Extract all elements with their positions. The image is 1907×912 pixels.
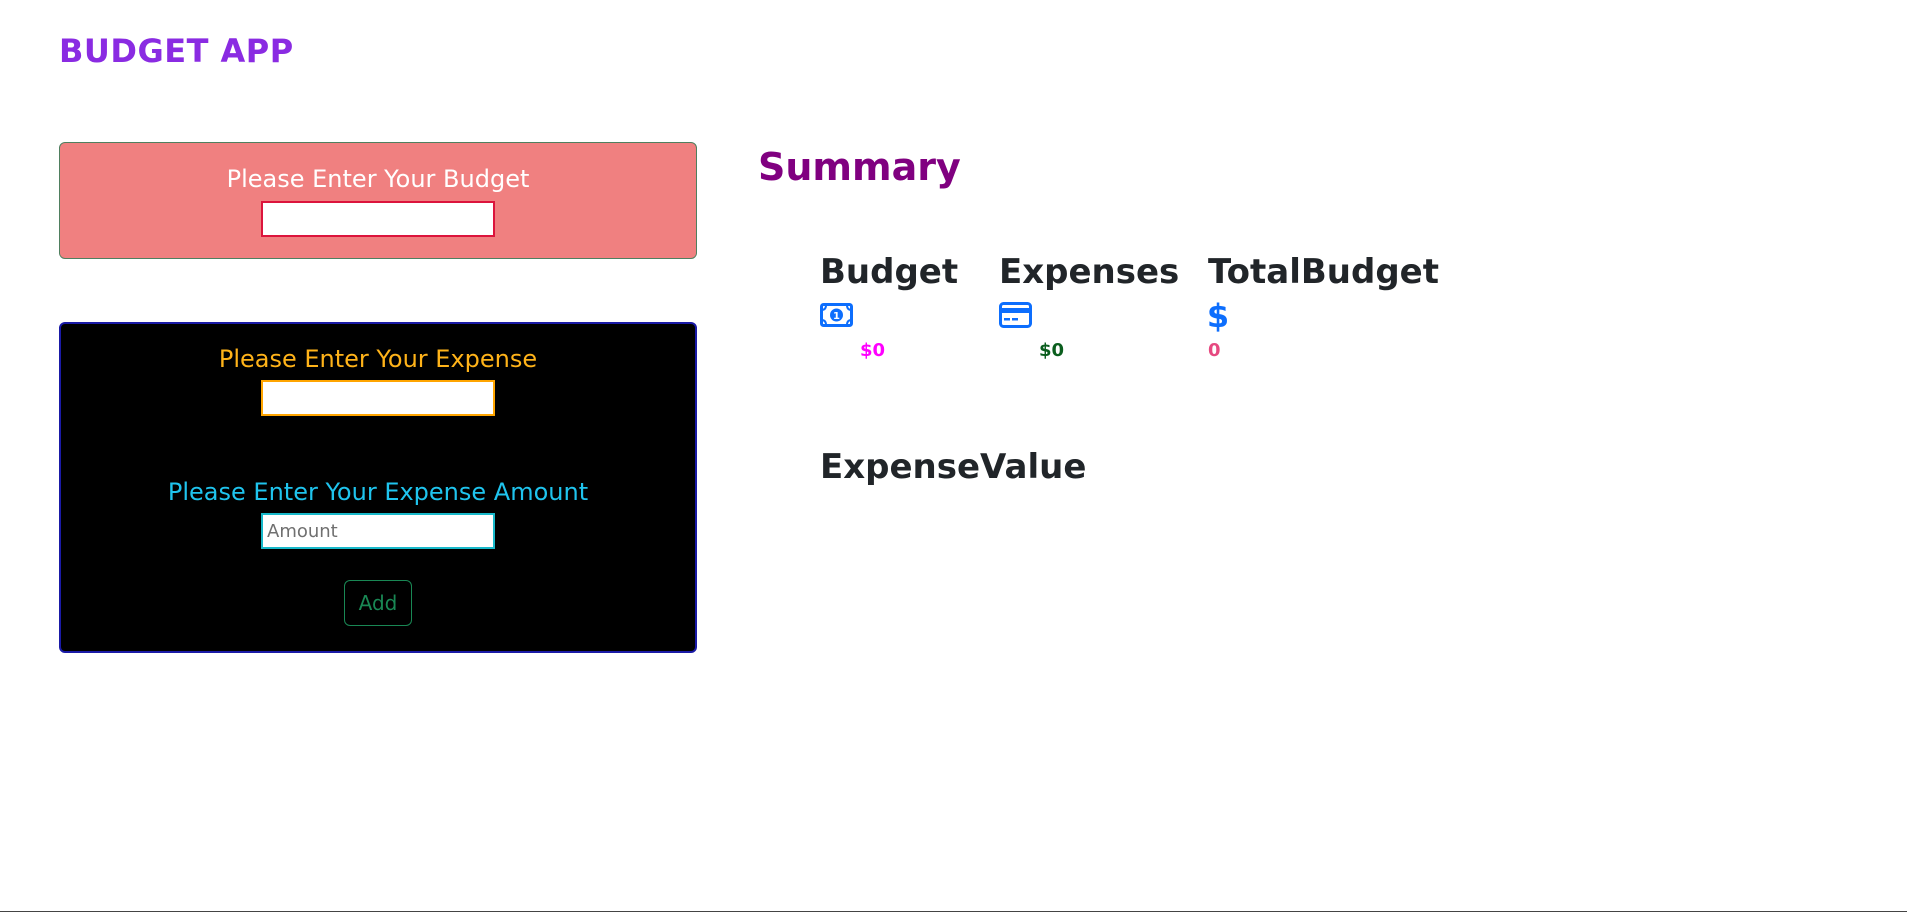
budget-label: Please Enter Your Budget <box>226 165 530 193</box>
expense-name-input[interactable] <box>261 380 495 416</box>
add-button[interactable]: Add <box>344 580 412 626</box>
budget-card: Please Enter Your Budget <box>59 142 697 259</box>
budget-heading: Budget <box>820 252 959 292</box>
svg-text:$: $ <box>1208 300 1228 332</box>
expenses-value: $0 <box>1039 340 1065 361</box>
expense-amount-input[interactable] <box>261 513 495 549</box>
expense-name-label: Please Enter Your Expense <box>218 345 538 373</box>
total-budget-value: 0 <box>1208 340 1221 361</box>
credit-card-icon <box>999 300 1179 330</box>
budget-input[interactable] <box>261 201 495 237</box>
expense-amount-label: Please Enter Your Expense Amount <box>167 478 589 506</box>
expenses-heading: Expenses <box>999 252 1180 292</box>
summary-title: Summary <box>758 145 961 189</box>
expense-card: Please Enter Your Expense Please Enter Y… <box>59 322 697 653</box>
budget-value: $0 <box>860 340 886 361</box>
expense-value-title: ExpenseValue <box>820 447 1087 487</box>
expenses-stat: Expenses $0 <box>999 252 1180 361</box>
total-budget-stat: TotalBudget $ 0 <box>1207 252 1439 361</box>
budget-stat: Budget 1 $0 <box>820 252 959 361</box>
total-budget-heading: TotalBudget <box>1208 252 1439 292</box>
svg-text:1: 1 <box>833 311 840 322</box>
dollar-icon: $ <box>1207 297 1439 335</box>
cash-icon: 1 <box>820 300 958 330</box>
app-title: BUDGET APP <box>59 32 294 70</box>
